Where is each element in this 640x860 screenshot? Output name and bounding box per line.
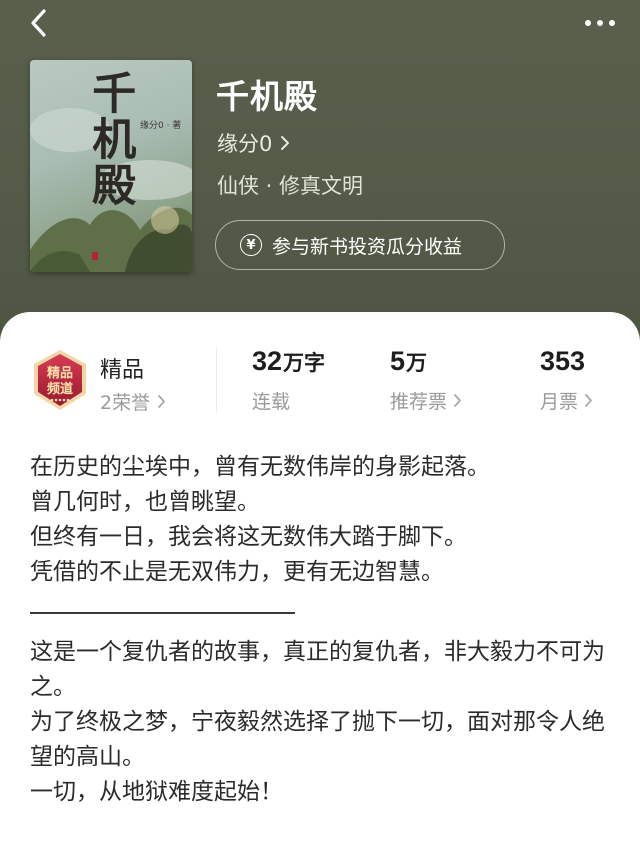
quality-badge-icon: 精品 频道 <box>34 350 86 410</box>
author-name: 缘分0 <box>217 132 273 156</box>
description-line: 这是一个复仇者的故事，真正的复仇者，非大毅力不可为之。 <box>30 639 605 700</box>
recommend-unit: 万 <box>406 351 428 375</box>
stats-divider <box>216 348 217 412</box>
description-line: 一切，从地狱难度起始！ <box>30 779 283 805</box>
chevron-left-icon <box>31 9 46 37</box>
description-line: 曾几何时，也曾眺望。 <box>30 489 260 515</box>
yen-coin-icon: ¥ <box>240 234 262 256</box>
recommend-label: 推荐票 <box>390 391 448 413</box>
honor-link[interactable]: 2荣誉 <box>100 388 166 415</box>
invest-label: 参与新书投资瓜分收益 <box>272 235 463 258</box>
word-count-stat: 32 万字 连载 <box>252 346 325 414</box>
book-cover[interactable]: 千机殿 缘分0 · 著 <box>30 60 192 272</box>
book-description: 在历史的尘埃中，曾有无数伟岸的身影起落。 曾几何时，也曾眺望。 但终有一日，我会… <box>30 450 610 810</box>
description-line: 为了终极之梦，宁夜毅然选择了抛下一切，面对那令人绝望的高山。 <box>30 709 605 770</box>
chevron-right-icon <box>281 136 290 150</box>
monthly-number: 353 <box>540 346 586 376</box>
status-label: 连载 <box>252 391 291 413</box>
recommend-number: 5 <box>390 346 406 376</box>
more-dots-icon <box>585 20 591 26</box>
badge-text-1: 精品 <box>47 365 73 381</box>
word-count-unit: 万字 <box>283 351 326 375</box>
invest-button[interactable]: ¥ 参与新书投资瓜分收益 <box>215 220 505 270</box>
book-title: 千机殿 <box>216 77 318 116</box>
cover-author-text: 缘分0 · 著 <box>140 121 182 131</box>
recommend-stat[interactable]: 5 万 推荐票 <box>390 346 462 414</box>
genre-tags: 仙侠 · 修真文明 <box>217 174 364 198</box>
monthly-ticket-stat[interactable]: 353 月票 <box>540 346 593 414</box>
monthly-label: 月票 <box>540 391 579 413</box>
description-line: 凭借的不止是无双伟力，更有无边智慧。 <box>30 559 444 585</box>
more-options-button[interactable] <box>580 10 620 36</box>
back-button[interactable] <box>22 6 56 40</box>
chevron-right-icon <box>454 394 461 407</box>
cover-title-text: 千机殿 <box>84 70 136 208</box>
chevron-right-icon <box>585 394 592 407</box>
word-count-number: 32 <box>252 346 283 376</box>
quality-label: 精品 <box>100 358 145 383</box>
description-separator <box>30 590 610 625</box>
chevron-right-icon <box>158 395 165 408</box>
honor-label: 2荣誉 <box>100 392 151 414</box>
author-link[interactable]: 缘分0 <box>217 128 290 158</box>
description-line: 但终有一日，我会将这无数伟大踏于脚下。 <box>30 524 467 550</box>
badge-text-2: 频道 <box>47 381 73 397</box>
description-line: 在历史的尘埃中，曾有无数伟岸的身影起落。 <box>30 454 490 480</box>
